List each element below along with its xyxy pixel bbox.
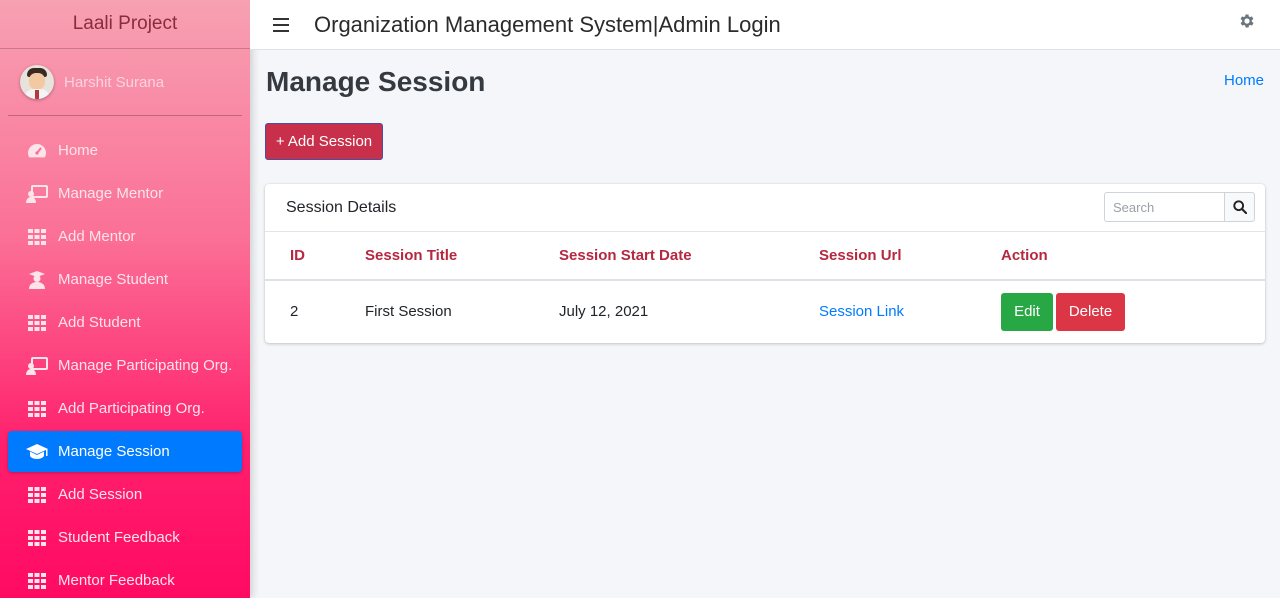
main-content: Manage Session Home + Add Session Sessio…: [250, 50, 1280, 598]
cell-action: Edit Delete: [1001, 280, 1265, 342]
search-input[interactable]: [1104, 192, 1224, 222]
hamburger-menu-icon[interactable]: [273, 17, 289, 32]
sidebar-item-label: Manage Participating Org.: [58, 357, 233, 374]
delete-button[interactable]: Delete: [1056, 292, 1125, 331]
user-graduate-icon: [26, 270, 48, 289]
sidebar-item-add-session[interactable]: Add Session: [8, 474, 242, 515]
brand-logo[interactable]: Laali Project: [0, 0, 250, 49]
search-button[interactable]: [1224, 192, 1255, 222]
search-group: [1104, 192, 1255, 222]
cell-session-url: Session Link: [819, 280, 1001, 342]
cell-id: 2: [290, 303, 299, 320]
grid-icon: [26, 486, 48, 504]
page-title: Manage Session: [266, 66, 486, 97]
system-title: Organization Management System|Admin Log…: [314, 11, 781, 37]
session-link[interactable]: Session Link: [819, 303, 904, 320]
cell-session-title: First Session: [365, 303, 452, 320]
top-navbar: Organization Management System|Admin Log…: [250, 0, 1280, 50]
sidebar-item-manage-participating-org[interactable]: Manage Participating Org.: [8, 345, 242, 386]
sidebar-item-label: Add Session: [58, 486, 143, 503]
chalkboard-teacher-icon: [26, 356, 48, 375]
breadcrumb-home-link[interactable]: Home: [1224, 72, 1264, 89]
sidebar-item-manage-student[interactable]: Manage Student: [8, 259, 242, 300]
column-header-session-title: Session Title: [365, 232, 559, 281]
add-session-button[interactable]: + Add Session: [265, 123, 383, 160]
sessions-table: ID Session Title Session Start Date Sess…: [265, 232, 1265, 342]
sidebar-item-label: Add Participating Org.: [58, 400, 205, 417]
grid-icon: [26, 314, 48, 332]
sidebar-item-manage-session[interactable]: Manage Session: [8, 431, 242, 472]
graduation-cap-icon: [26, 443, 48, 461]
column-header-start-date: Session Start Date: [559, 232, 819, 281]
sidebar-item-label: Add Mentor: [58, 228, 136, 245]
sidebar-item-mentor-feedback[interactable]: Mentor Feedback: [8, 560, 242, 598]
gear-icon[interactable]: [1238, 12, 1256, 30]
column-header-session-url: Session Url: [819, 232, 1001, 281]
sidebar-item-add-student[interactable]: Add Student: [8, 302, 242, 343]
sidebar-item-add-mentor[interactable]: Add Mentor: [8, 216, 242, 257]
sidebar-item-label: Manage Session: [58, 443, 170, 460]
card-header: Session Details: [265, 184, 1265, 232]
sidebar-item-student-feedback[interactable]: Student Feedback: [8, 517, 242, 558]
table-header-row: ID Session Title Session Start Date Sess…: [265, 232, 1265, 281]
sidebar-nav: Home Manage Mentor Add Mentor Manage Stu…: [0, 130, 250, 598]
cell-start-date: July 12, 2021: [559, 303, 649, 320]
grid-icon: [26, 400, 48, 418]
card-title: Session Details: [286, 199, 397, 216]
sidebar-item-add-participating-org[interactable]: Add Participating Org.: [8, 388, 242, 429]
column-header-id: ID: [265, 232, 365, 281]
sidebar: Laali Project Harshit Surana Home Manage…: [0, 0, 250, 598]
column-header-action: Action: [1001, 232, 1265, 281]
sidebar-item-label: Home: [58, 142, 99, 159]
chalkboard-teacher-icon: [26, 184, 48, 203]
user-name[interactable]: Harshit Surana: [64, 74, 164, 91]
sidebar-item-label: Add Student: [58, 314, 141, 331]
table-row: 2 First Session July 12, 2021 Session Li…: [265, 280, 1265, 342]
sidebar-item-label: Manage Mentor: [58, 185, 164, 202]
sidebar-item-label: Student Feedback: [58, 529, 180, 546]
user-panel[interactable]: Harshit Surana: [8, 49, 242, 116]
grid-icon: [26, 572, 48, 590]
edit-button[interactable]: Edit: [1001, 292, 1053, 331]
sidebar-item-label: Manage Student: [58, 271, 169, 288]
sidebar-item-home[interactable]: Home: [8, 130, 242, 171]
grid-icon: [26, 529, 48, 547]
dashboard-icon: [26, 142, 48, 160]
search-icon: [1232, 200, 1247, 214]
sidebar-item-label: Mentor Feedback: [58, 572, 175, 589]
sidebar-item-manage-mentor[interactable]: Manage Mentor: [8, 173, 242, 214]
avatar: [20, 65, 54, 99]
brand-text: Laali Project: [72, 13, 178, 34]
session-details-card: Session Details ID Session Title Session…: [265, 184, 1265, 343]
grid-icon: [26, 228, 48, 246]
